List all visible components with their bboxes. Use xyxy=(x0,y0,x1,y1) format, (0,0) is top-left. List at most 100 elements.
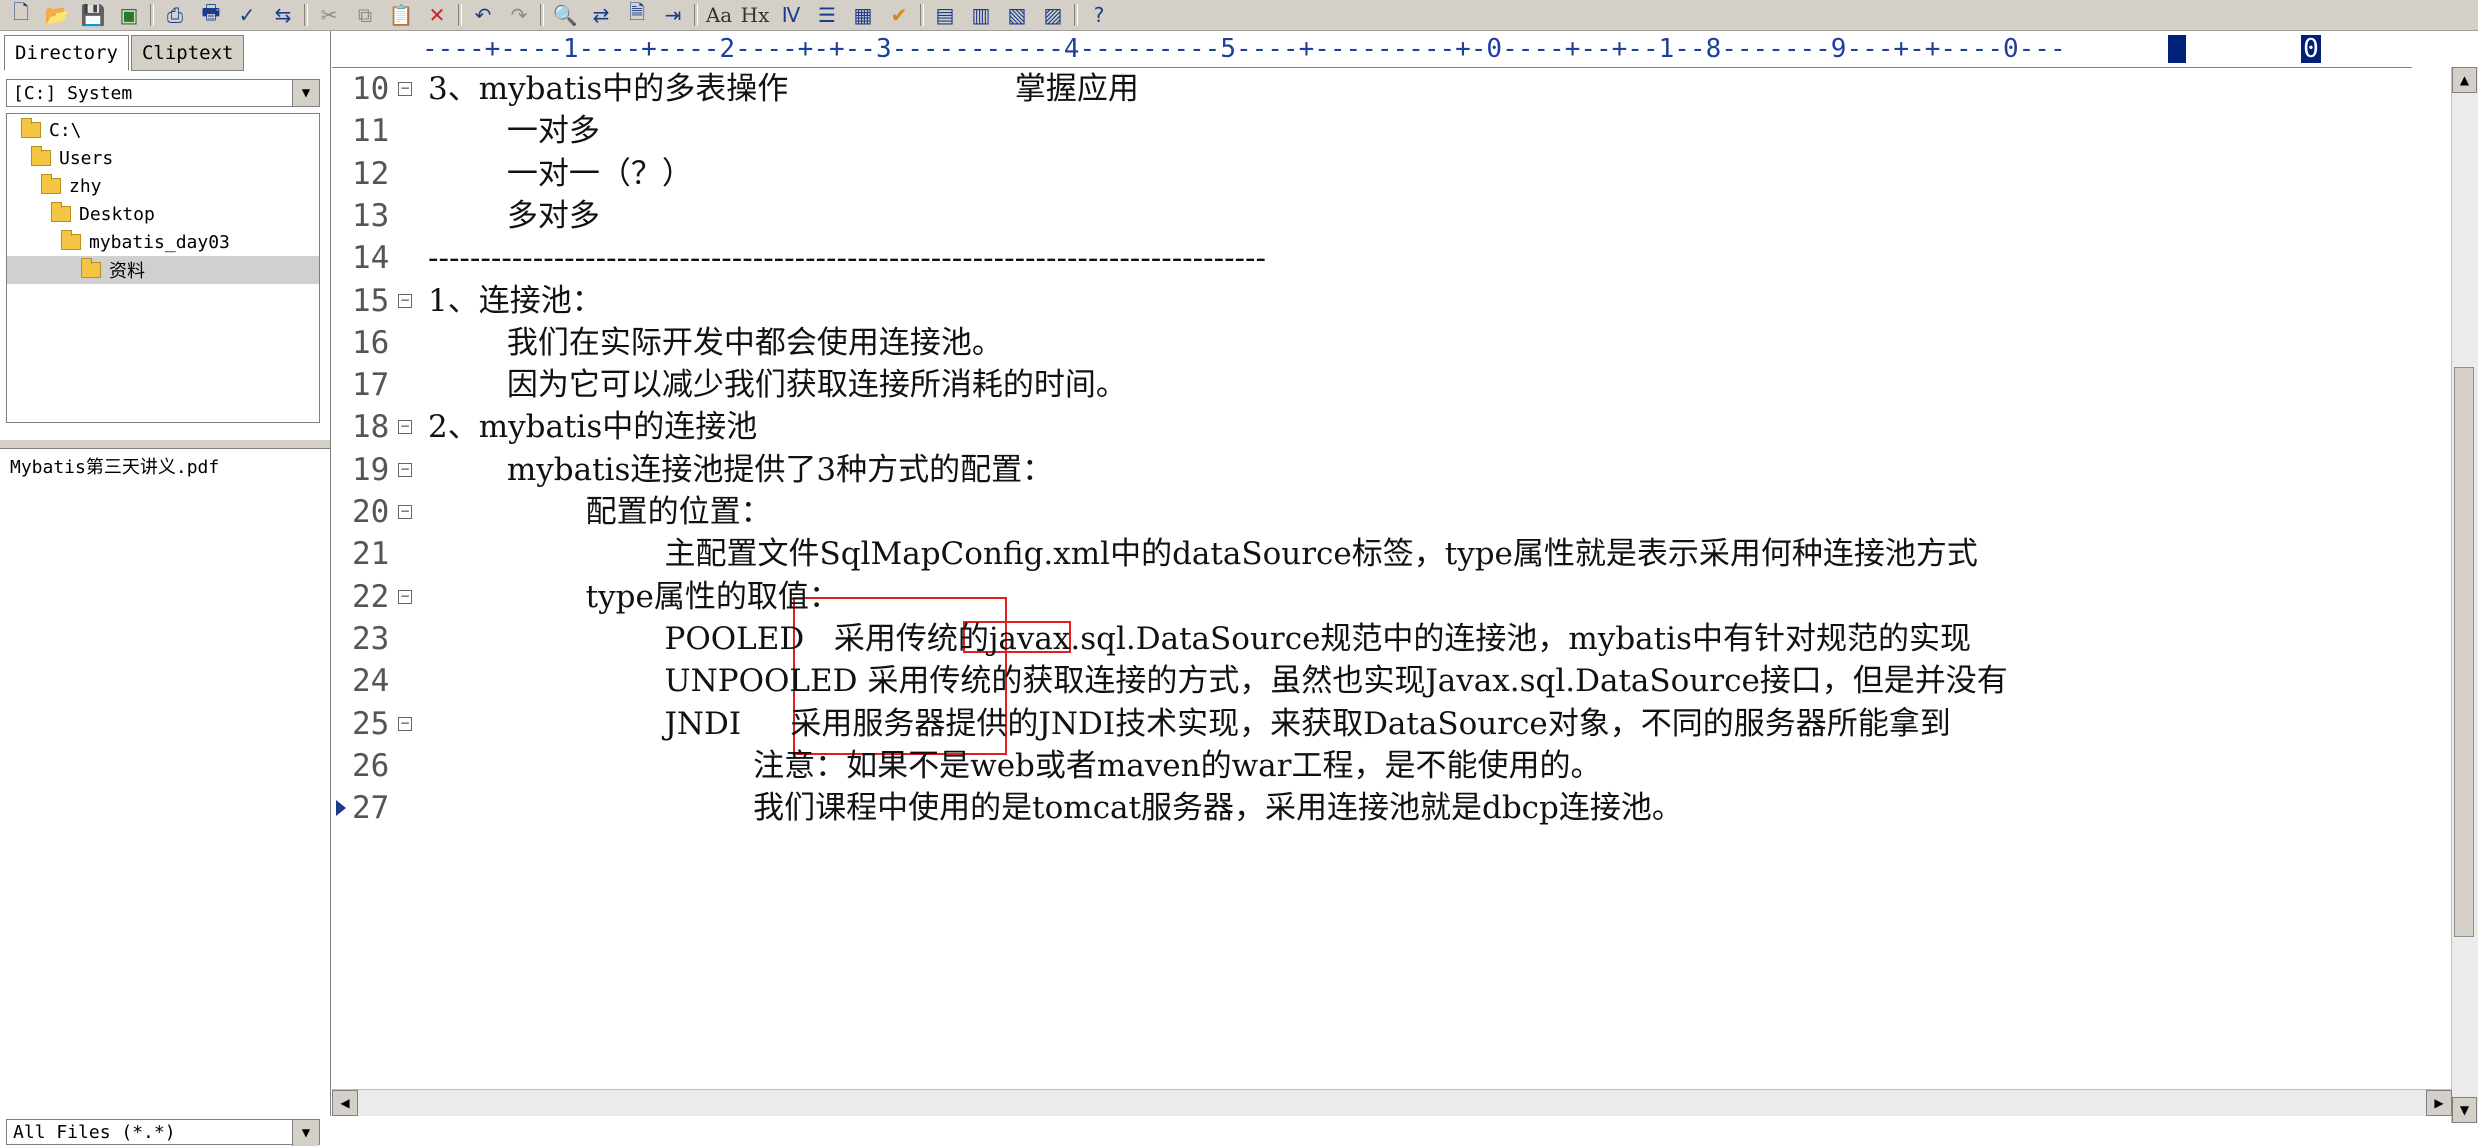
view-3-icon[interactable]: ▧ xyxy=(1002,3,1032,27)
panel-tabs: Directory Cliptext xyxy=(4,35,246,71)
fold-toggle-icon[interactable]: − xyxy=(398,82,412,96)
copy-icon[interactable]: ⧉ xyxy=(350,3,380,27)
compare-icon[interactable]: ⇆ xyxy=(268,3,298,27)
code-line: JNDI 采用服务器提供的JNDI技术实现，来获取DataSource对象，不同… xyxy=(428,705,1951,742)
editor-pane: ----+----1----+----2----+-+--3----------… xyxy=(332,31,2478,1123)
print-icon[interactable]: 🖶 xyxy=(196,0,226,27)
main-toolbar: 🗋 📂 💾 ▣ ⎙ 🖶 ✓ ⇆ ✂ ⧉ 📋 ✕ ↶ ↷ 🔍 ⇄ 🗎 ⇥ Aa H… xyxy=(0,0,2478,31)
view-1-icon[interactable]: ▤ xyxy=(930,3,960,27)
tree-item-c-drive[interactable]: C:\ xyxy=(21,116,82,144)
delete-icon[interactable]: ✕ xyxy=(422,3,452,27)
cut-icon[interactable]: ✂ xyxy=(314,3,344,27)
replace-icon[interactable]: ⇄ xyxy=(586,3,616,27)
tab-directory[interactable]: Directory xyxy=(4,35,129,71)
check-icon[interactable]: ✔ xyxy=(884,3,914,27)
tree-item-zhy[interactable]: zhy xyxy=(41,172,102,200)
line-number: 22 xyxy=(352,578,390,615)
code-line: POOLED 采用传统的javax.sql.DataSource规范中的连接池，… xyxy=(428,620,1971,657)
tree-item-label: Users xyxy=(59,147,114,169)
code-line: type属性的取值： xyxy=(428,578,840,615)
hex-button[interactable]: Hx xyxy=(740,3,770,27)
list-item[interactable]: Mybatis第三天讲义.pdf xyxy=(10,453,219,479)
tree-item-label: mybatis_day03 xyxy=(89,231,230,253)
code-line: ----------------------------------------… xyxy=(428,240,1266,277)
find-in-files-icon[interactable]: 🗎 xyxy=(622,0,652,27)
scroll-left-icon[interactable]: ◀ xyxy=(332,1090,358,1116)
line-number: 11 xyxy=(352,113,390,150)
font-button[interactable]: Aa xyxy=(704,3,734,27)
goto-icon[interactable]: ⇥ xyxy=(658,3,688,27)
line-number: 20 xyxy=(352,494,390,530)
view-2-icon[interactable]: ▥ xyxy=(966,3,996,27)
toolbar-separator xyxy=(304,4,308,26)
file-filter-select[interactable]: All Files (*.*) ▼ xyxy=(6,1119,320,1146)
panel-splitter[interactable] xyxy=(0,439,330,449)
line-number: 10 xyxy=(352,71,390,107)
open-folder-icon[interactable]: 📂 xyxy=(42,3,72,27)
fold-toggle-icon[interactable]: − xyxy=(398,505,412,519)
fold-toggle-icon[interactable]: − xyxy=(398,716,412,731)
code-line: 主配置文件SqlMapConfig.xml中的dataSource标签，type… xyxy=(428,536,1978,573)
tree-item-mybatis-day03[interactable]: mybatis_day03 xyxy=(61,228,230,256)
code-line: 2、mybatis中的连接池 xyxy=(428,409,758,446)
fold-toggle-icon[interactable]: − xyxy=(398,589,412,604)
folder-icon xyxy=(61,230,81,250)
save-all-icon[interactable]: ▣ xyxy=(114,3,144,27)
tree-item-label: C:\ xyxy=(49,119,82,141)
folder-tree: C:\ Users zhy Desktop mybatis_day03 资料 xyxy=(6,113,320,423)
code-line: 注意：如果不是web或者maven的war工程，是不能使用的。 xyxy=(428,747,1602,784)
view-4-icon[interactable]: ▨ xyxy=(1038,3,1068,27)
code-line: 配置的位置： xyxy=(428,494,772,530)
column-mode-icon[interactable]: ▦ xyxy=(848,3,878,27)
tree-item-desktop[interactable]: Desktop xyxy=(51,200,155,228)
toolbar-separator xyxy=(694,4,698,26)
tab-cliptext[interactable]: Cliptext xyxy=(130,35,245,71)
tree-item-users[interactable]: Users xyxy=(31,144,113,172)
save-icon[interactable]: 💾 xyxy=(78,3,108,27)
find-icon[interactable]: 🔍 xyxy=(550,3,580,27)
indent-icon[interactable]: ☰ xyxy=(812,3,842,27)
fold-toggle-icon[interactable]: − xyxy=(398,420,412,435)
file-browser-panel: Directory Cliptext [C:] System ▼ C:\ Use… xyxy=(0,31,331,1146)
scroll-down-icon[interactable]: ▼ xyxy=(2452,1097,2477,1123)
horizontal-scrollbar[interactable]: ◀ ▶ xyxy=(332,1089,2452,1116)
new-file-icon[interactable]: 🗋 xyxy=(6,0,36,27)
folder-icon xyxy=(21,118,41,138)
chevron-down-icon[interactable]: ▼ xyxy=(292,1120,319,1146)
folder-icon xyxy=(31,146,51,166)
word-wrap-icon[interactable]: Ⅳ xyxy=(776,3,806,27)
file-list: Mybatis第三天讲义.pdf xyxy=(6,453,320,1113)
scroll-thumb[interactable] xyxy=(2454,367,2474,937)
text-area[interactable]: 3、mybatis中的多表操作 掌握应用 一对多 一对一（？） 多对多 -----… xyxy=(422,68,2412,1068)
toolbar-separator xyxy=(920,4,924,26)
undo-icon[interactable]: ↶ xyxy=(468,3,498,27)
code-line: mybatis连接池提供了3种方式的配置： xyxy=(428,451,1054,488)
toolbar-separator xyxy=(540,4,544,26)
scroll-up-icon[interactable]: ▲ xyxy=(2452,67,2477,93)
fold-toggle-icon[interactable]: − xyxy=(398,293,412,308)
code-line: UNPOOLED 采用传统的获取连接的方式，虽然也实现Javax.sql.Dat… xyxy=(428,663,2008,700)
toolbar-separator xyxy=(1074,4,1078,26)
drive-select-value: [C:] System xyxy=(13,82,133,104)
vertical-scrollbar[interactable]: ▲ ▼ xyxy=(2451,67,2478,1123)
fold-toggle-icon[interactable]: − xyxy=(398,462,412,477)
ruler-cursor-marker xyxy=(2168,35,2186,63)
folder-icon xyxy=(41,174,61,194)
tree-item-ziliao[interactable]: 资料 xyxy=(7,256,319,284)
code-line: 因为它可以减少我们获取连接所消耗的时间。 xyxy=(428,367,1127,404)
current-line-marker-icon xyxy=(336,800,346,817)
line-number: 23 xyxy=(352,620,390,657)
help-icon[interactable]: ? xyxy=(1084,3,1114,27)
code-line: 3、mybatis中的多表操作 掌握应用 xyxy=(428,71,1139,107)
spell-check-icon[interactable]: ✓ xyxy=(232,3,262,27)
paste-icon[interactable]: 📋 xyxy=(386,3,416,27)
code-line: 多对多 xyxy=(428,197,600,234)
print-preview-icon[interactable]: ⎙ xyxy=(160,3,190,27)
tree-item-label: zhy xyxy=(69,175,102,197)
redo-icon[interactable]: ↷ xyxy=(504,3,534,27)
open-folder-icon xyxy=(81,258,101,278)
drive-select[interactable]: [C:] System ▼ xyxy=(6,79,320,107)
code-line: 我们在实际开发中都会使用连接池。 xyxy=(428,324,1003,361)
scroll-right-icon[interactable]: ▶ xyxy=(2426,1090,2452,1116)
chevron-down-icon[interactable]: ▼ xyxy=(292,80,319,106)
